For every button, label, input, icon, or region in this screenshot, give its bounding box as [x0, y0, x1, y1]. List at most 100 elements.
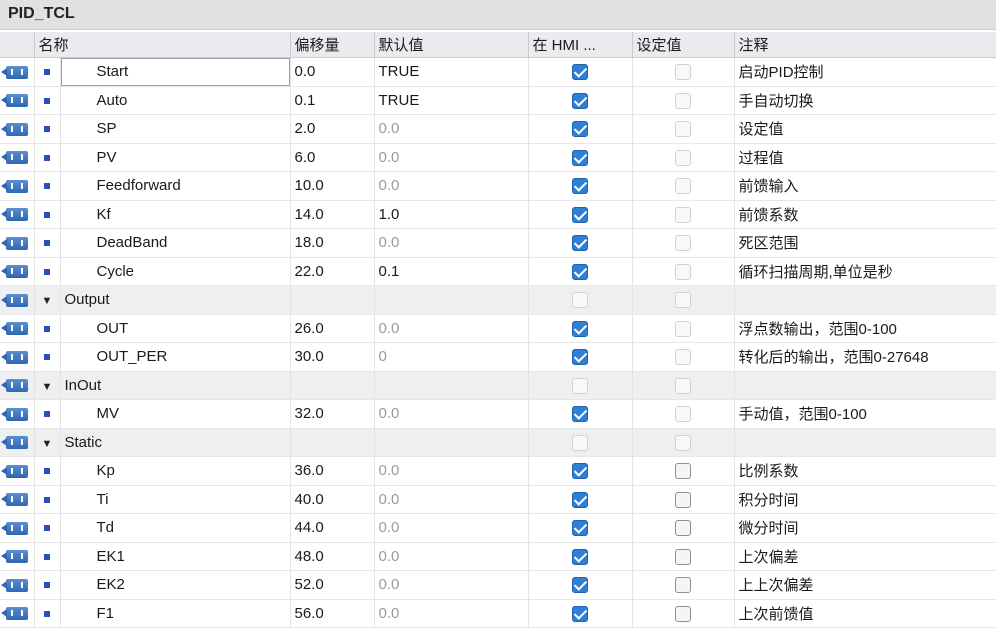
comment-cell[interactable]: 死区范围 — [734, 228, 996, 258]
hmi-cell[interactable] — [528, 570, 633, 600]
default-value-cell[interactable]: 0.0 — [374, 485, 529, 514]
setpoint-checkbox[interactable] — [675, 149, 692, 166]
hmi-cell[interactable] — [528, 399, 633, 429]
setpoint-cell[interactable] — [632, 86, 735, 115]
hmi-checkbox[interactable] — [572, 263, 589, 280]
icon-cell[interactable] — [0, 570, 35, 600]
setpoint-cell[interactable] — [632, 485, 735, 514]
table-row[interactable]: DeadBand 18.0 0.0 死区范围 — [0, 228, 996, 258]
comment-cell[interactable]: 积分时间 — [734, 485, 996, 514]
setpoint-cell[interactable] — [632, 57, 735, 87]
hmi-cell[interactable] — [528, 86, 633, 115]
comment-cell[interactable]: 上上次偏差 — [734, 570, 996, 600]
section-name[interactable]: Static — [60, 428, 291, 457]
table-section-row[interactable]: ▼ Static — [0, 428, 996, 457]
setpoint-cell[interactable] — [632, 171, 735, 201]
default-value-cell[interactable]: 0.0 — [374, 114, 529, 144]
param-name[interactable]: EK2 — [60, 570, 291, 600]
setpoint-checkbox[interactable] — [675, 92, 692, 109]
hmi-cell[interactable] — [528, 228, 633, 258]
table-row[interactable]: OUT_PER 30.0 0 转化后的输出，范围0-27648 — [0, 342, 996, 372]
table-row[interactable]: Kf 14.0 1.0 前馈系数 — [0, 200, 996, 229]
setpoint-cell[interactable] — [632, 342, 735, 372]
comment-cell[interactable]: 微分时间 — [734, 513, 996, 543]
hmi-cell[interactable] — [528, 114, 633, 144]
hmi-checkbox[interactable] — [572, 121, 589, 138]
setpoint-checkbox[interactable] — [675, 121, 692, 138]
default-value-cell[interactable]: 0.1 — [374, 257, 529, 286]
setpoint-cell[interactable] — [632, 570, 735, 600]
setpoint-cell[interactable] — [632, 513, 735, 543]
header-comment[interactable]: 注释 — [734, 32, 996, 58]
table-section-row[interactable]: ▼ Output — [0, 285, 996, 315]
default-value-cell[interactable]: 0.0 — [374, 171, 529, 201]
section-name[interactable]: Output — [60, 285, 291, 315]
hmi-cell[interactable] — [528, 542, 633, 571]
hmi-checkbox[interactable] — [572, 206, 589, 223]
comment-cell[interactable]: 前馈系数 — [734, 200, 996, 229]
comment-cell[interactable]: 上次偏差 — [734, 542, 996, 571]
setpoint-checkbox[interactable] — [675, 263, 692, 280]
param-name[interactable]: Td — [60, 513, 291, 543]
default-value-cell[interactable]: 0.0 — [374, 456, 529, 486]
icon-cell[interactable] — [0, 485, 35, 514]
expand-triangle-icon[interactable]: ▼ — [42, 381, 53, 393]
icon-cell[interactable] — [0, 228, 35, 258]
hmi-cell[interactable] — [528, 513, 633, 543]
icon-cell[interactable] — [0, 143, 35, 172]
icon-cell[interactable] — [0, 371, 35, 400]
param-name[interactable]: EK1 — [60, 542, 291, 571]
icon-cell[interactable] — [0, 513, 35, 543]
icon-cell[interactable] — [0, 171, 35, 201]
icon-cell[interactable] — [0, 257, 35, 286]
table-row[interactable]: OUT 26.0 0.0 浮点数输出，范围0-100 — [0, 314, 996, 343]
hmi-checkbox[interactable] — [572, 92, 589, 109]
hmi-checkbox[interactable] — [572, 320, 589, 337]
hmi-checkbox[interactable] — [572, 178, 589, 195]
setpoint-cell[interactable] — [632, 599, 735, 628]
comment-cell[interactable]: 转化后的输出，范围0-27648 — [734, 342, 996, 372]
table-row[interactable]: SP 2.0 0.0 设定值 — [0, 114, 996, 144]
expand-cell[interactable]: ▼ — [34, 371, 61, 400]
default-value-cell[interactable]: 0.0 — [374, 513, 529, 543]
comment-cell[interactable]: 设定值 — [734, 114, 996, 144]
table-row[interactable]: Feedforward 10.0 0.0 前馈输入 — [0, 171, 996, 201]
icon-cell[interactable] — [0, 428, 35, 457]
param-name[interactable]: OUT_PER — [60, 342, 291, 372]
table-row[interactable]: PV 6.0 0.0 过程值 — [0, 143, 996, 172]
hmi-cell[interactable] — [528, 143, 633, 172]
default-value-cell[interactable]: 0.0 — [374, 314, 529, 343]
param-name[interactable]: PV — [60, 143, 291, 172]
comment-cell[interactable]: 循环扫描周期,单位是秒 — [734, 257, 996, 286]
hmi-checkbox[interactable] — [572, 64, 589, 81]
default-value-cell[interactable]: 0.0 — [374, 570, 529, 600]
comment-cell[interactable]: 浮点数输出，范围0-100 — [734, 314, 996, 343]
setpoint-checkbox[interactable] — [675, 520, 692, 537]
hmi-cell[interactable] — [528, 57, 633, 87]
default-value-cell[interactable]: 0.0 — [374, 599, 529, 628]
icon-cell[interactable] — [0, 399, 35, 429]
hmi-checkbox[interactable] — [572, 406, 589, 423]
hmi-checkbox[interactable] — [572, 577, 589, 594]
param-name[interactable]: F1 — [60, 599, 291, 628]
setpoint-checkbox[interactable] — [675, 491, 692, 508]
table-row[interactable]: EK1 48.0 0.0 上次偏差 — [0, 542, 996, 571]
default-value-cell[interactable]: 0.0 — [374, 542, 529, 571]
comment-cell[interactable]: 过程值 — [734, 143, 996, 172]
icon-cell[interactable] — [0, 456, 35, 486]
comment-cell[interactable]: 上次前馈值 — [734, 599, 996, 628]
param-name[interactable]: Ti — [60, 485, 291, 514]
default-value-cell[interactable]: TRUE — [374, 86, 529, 115]
setpoint-checkbox[interactable] — [675, 178, 692, 195]
param-name[interactable]: Kp — [60, 456, 291, 486]
setpoint-checkbox[interactable] — [675, 349, 692, 366]
hmi-checkbox[interactable] — [572, 235, 589, 252]
hmi-checkbox[interactable] — [572, 149, 589, 166]
icon-cell[interactable] — [0, 86, 35, 115]
table-row[interactable]: MV 32.0 0.0 手动值，范围0-100 — [0, 399, 996, 429]
setpoint-checkbox[interactable] — [675, 235, 692, 252]
hmi-checkbox[interactable] — [572, 491, 589, 508]
table-row[interactable]: Ti 40.0 0.0 积分时间 — [0, 485, 996, 514]
icon-cell[interactable] — [0, 114, 35, 144]
comment-cell[interactable]: 启动PID控制 — [734, 57, 996, 87]
